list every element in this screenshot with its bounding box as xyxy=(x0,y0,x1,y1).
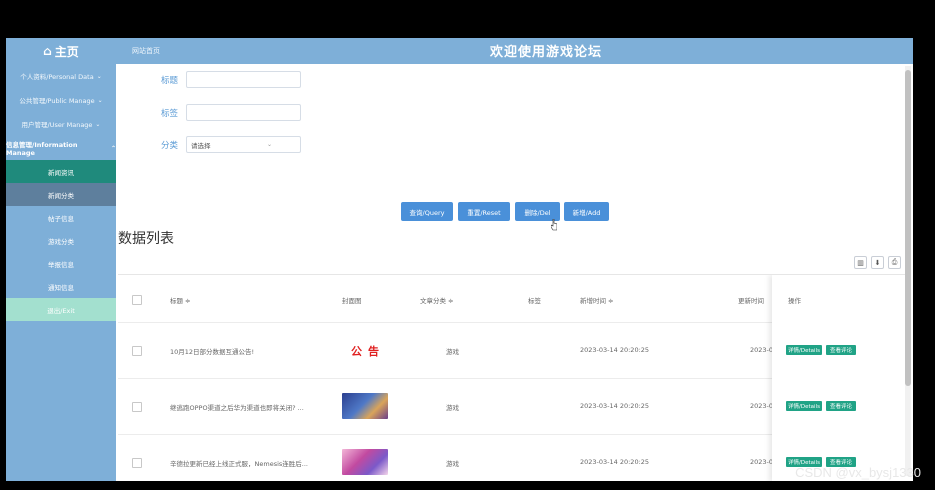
sidebar-item-notices[interactable]: 通知信息 xyxy=(6,275,116,298)
select-all-checkbox[interactable] xyxy=(132,295,142,305)
export-icon[interactable]: ⬇ xyxy=(871,256,884,269)
column-title[interactable]: 标题 ≑ xyxy=(170,295,191,305)
row-checkbox[interactable] xyxy=(132,402,142,412)
watermark: CSDN @vx_bysj1330 xyxy=(795,465,921,480)
site-title: 欢迎使用游戏论坛 xyxy=(490,45,603,60)
row-title: 继逃跑OPPO渠道之后华为渠道也即将关闭? ... xyxy=(170,404,304,412)
sidebar: 个人资料/Personal Data ⌄ 公共管理/Public Manage … xyxy=(6,64,116,481)
chevron-down-icon: ⌄ xyxy=(95,120,101,128)
sidebar-item-reports[interactable]: 举报信息 xyxy=(6,252,116,275)
row-checkbox[interactable] xyxy=(132,346,142,356)
reset-button[interactable]: 重置/Reset xyxy=(458,202,510,221)
tag-label: 标签 xyxy=(160,108,178,119)
add-button[interactable]: 新增/Add xyxy=(564,202,609,221)
sidebar-group-personal[interactable]: 个人资料/Personal Data ⌄ xyxy=(6,64,116,88)
sidebar-item-exit[interactable]: 退出/Exit xyxy=(6,298,116,321)
column-cover: 封面图 xyxy=(342,297,362,305)
sidebar-group-information[interactable]: 信息管理/Information Manage ⌃ xyxy=(6,136,116,160)
game-cover-image xyxy=(342,449,388,475)
row-title: 10月12日部分数据互通公告! xyxy=(170,348,255,356)
game-cover-image xyxy=(342,393,388,419)
column-tag: 标签 xyxy=(528,297,541,305)
column-ops: 操作 xyxy=(788,297,801,305)
row-checkbox[interactable] xyxy=(132,458,142,468)
sidebar-item-news-category[interactable]: 新闻分类 xyxy=(6,183,116,206)
home-label: 主页 xyxy=(54,44,79,59)
columns-icon[interactable]: ▥ xyxy=(854,256,867,269)
category-label: 分类 xyxy=(160,140,178,151)
tag-search-field: 标签 xyxy=(138,104,301,121)
print-icon[interactable]: ⎙ xyxy=(888,256,901,269)
table-toolbar: ▥ ⬇ ⎙ xyxy=(854,256,901,269)
sidebar-item-news[interactable]: 新闻资讯 xyxy=(6,160,116,183)
sidebar-item-game-category[interactable]: 游戏分类 xyxy=(6,229,116,252)
category-select[interactable]: 请选择 ⌄ xyxy=(186,136,301,153)
category-selected-value: 请选择 xyxy=(191,141,211,150)
operations-column: 操作 详情/Details 查看评论 详情/Details 查看评论 详情/De… xyxy=(772,275,905,481)
view-comments-button[interactable]: 查看评论 xyxy=(826,345,856,355)
row-category: 游戏 xyxy=(446,404,459,412)
row-created: 2023-03-14 20:20:25 xyxy=(580,346,650,354)
breadcrumb[interactable]: 网站首页 xyxy=(132,46,160,56)
title-label: 标题 xyxy=(160,75,178,86)
chevron-down-icon: ⌄ xyxy=(266,141,272,148)
main-content: 标题 标签 分类 请选择 ⌄ 查询/Query 重置/Reset 删除/Del … xyxy=(116,64,905,481)
row-category: 游戏 xyxy=(446,348,459,356)
view-comments-button[interactable]: 查看评论 xyxy=(826,401,856,411)
chevron-down-icon: ⌄ xyxy=(97,96,103,104)
column-updated: 更新时间 xyxy=(738,297,764,305)
sidebar-group-user[interactable]: 用户管理/User Manage ⌄ xyxy=(6,112,116,136)
app-window: ⌂ 主页 网站首页 欢迎使用游戏论坛 个人资料/Personal Data ⌄ … xyxy=(6,38,913,481)
home-link[interactable]: ⌂ 主页 xyxy=(6,38,116,64)
column-category[interactable]: 文章分类 ≑ xyxy=(420,295,454,305)
query-button[interactable]: 查询/Query xyxy=(401,202,453,221)
vertical-scrollbar[interactable] xyxy=(905,66,911,476)
scrollbar-thumb[interactable] xyxy=(905,70,911,386)
row-created: 2023-03-14 20:20:25 xyxy=(580,402,650,410)
row-created: 2023-03-14 20:20:25 xyxy=(580,458,650,466)
title-input[interactable] xyxy=(186,71,301,88)
title-search-field: 标题 xyxy=(138,71,301,88)
details-button[interactable]: 详情/Details xyxy=(786,401,822,411)
data-table: 标题 ≑ 封面图 文章分类 ≑ 标签 新增时间 ≑ 更新时间 10月12日部分数… xyxy=(118,274,905,481)
column-created[interactable]: 新增时间 ≑ xyxy=(580,295,614,305)
details-button[interactable]: 详情/Details xyxy=(786,345,822,355)
category-search-field: 分类 请选择 ⌄ xyxy=(138,136,301,153)
row-title: 辛德拉更新已经上线正式服，Nemesis连胜后... xyxy=(170,460,308,468)
tag-input[interactable] xyxy=(186,104,301,121)
chevron-down-icon: ⌄ xyxy=(96,72,102,80)
home-icon: ⌂ xyxy=(43,44,52,58)
top-bar: ⌂ 主页 网站首页 欢迎使用游戏论坛 xyxy=(6,38,913,64)
hand-cursor-icon xyxy=(551,219,557,231)
sidebar-group-public[interactable]: 公共管理/Public Manage ⌄ xyxy=(6,88,116,112)
list-title: 数据列表 xyxy=(118,231,174,247)
row-category: 游戏 xyxy=(446,460,459,468)
notice-cover-image: 公告 xyxy=(351,345,385,358)
sidebar-item-posts[interactable]: 帖子信息 xyxy=(6,206,116,229)
